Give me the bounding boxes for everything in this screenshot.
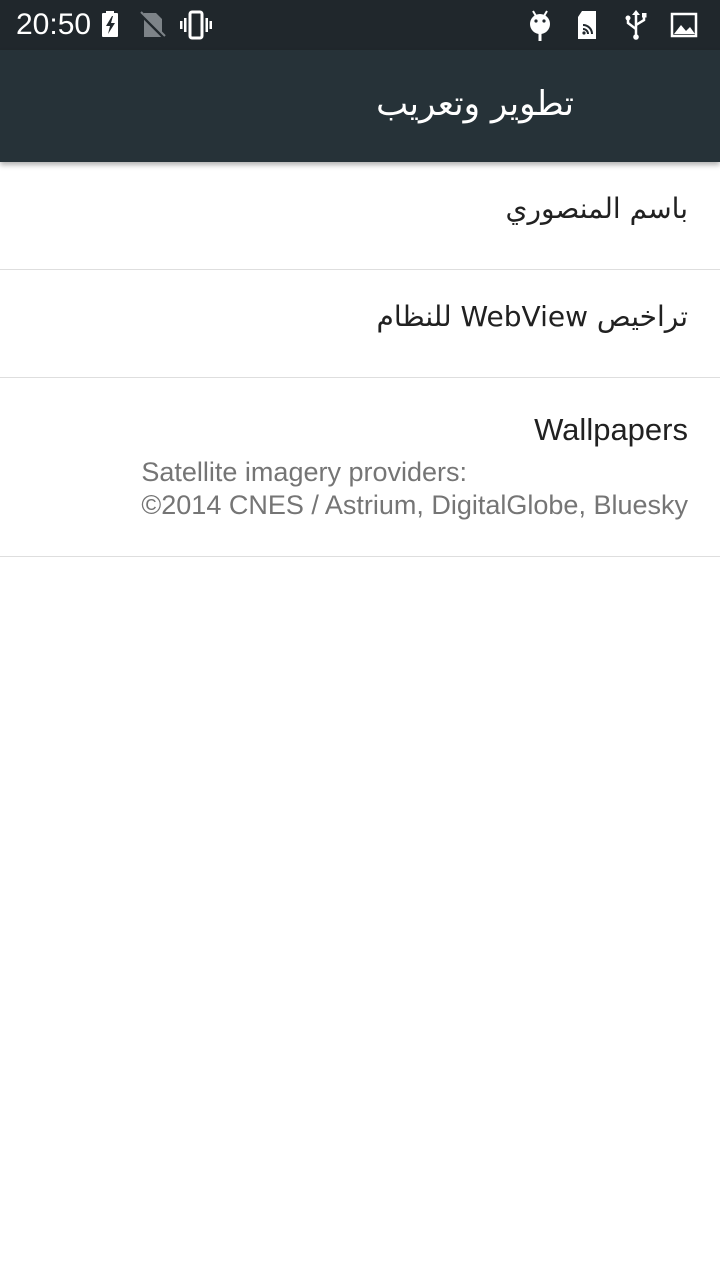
summary-line: ©2014 CNES / Astrium, DigitalGlobe, Blue…: [141, 490, 688, 520]
no-sim-icon: [138, 11, 166, 39]
vibrate-icon: [180, 10, 212, 40]
list-item-label: تراخيص WebView للنظام: [376, 300, 688, 333]
list-item-wallpapers[interactable]: Wallpapers Satellite imagery providers: …: [0, 378, 720, 557]
image-icon: [670, 12, 698, 38]
android-debug-icon: [530, 10, 550, 41]
app-bar: تطوير وتعريب: [0, 50, 720, 162]
battery-charging-icon: [102, 11, 118, 37]
list-item-summary: Satellite imagery providers: ©2014 CNES …: [141, 456, 688, 522]
list-item[interactable]: باسم المنصوري: [0, 162, 720, 270]
list-item-label: Wallpapers: [534, 412, 688, 447]
usb-icon: [625, 10, 647, 40]
status-time: 20:50: [16, 8, 92, 41]
list-item-webview-licenses[interactable]: تراخيص WebView للنظام: [0, 270, 720, 378]
status-bar: 20:50: [0, 0, 720, 50]
summary-line: Satellite imagery providers:: [141, 457, 468, 487]
page-title: تطوير وتعريب: [376, 84, 574, 124]
credits-list: باسم المنصوري تراخيص WebView للنظام Wall…: [0, 162, 720, 557]
sd-card-icon: [578, 11, 596, 39]
list-item-label: باسم المنصوري: [505, 192, 688, 225]
